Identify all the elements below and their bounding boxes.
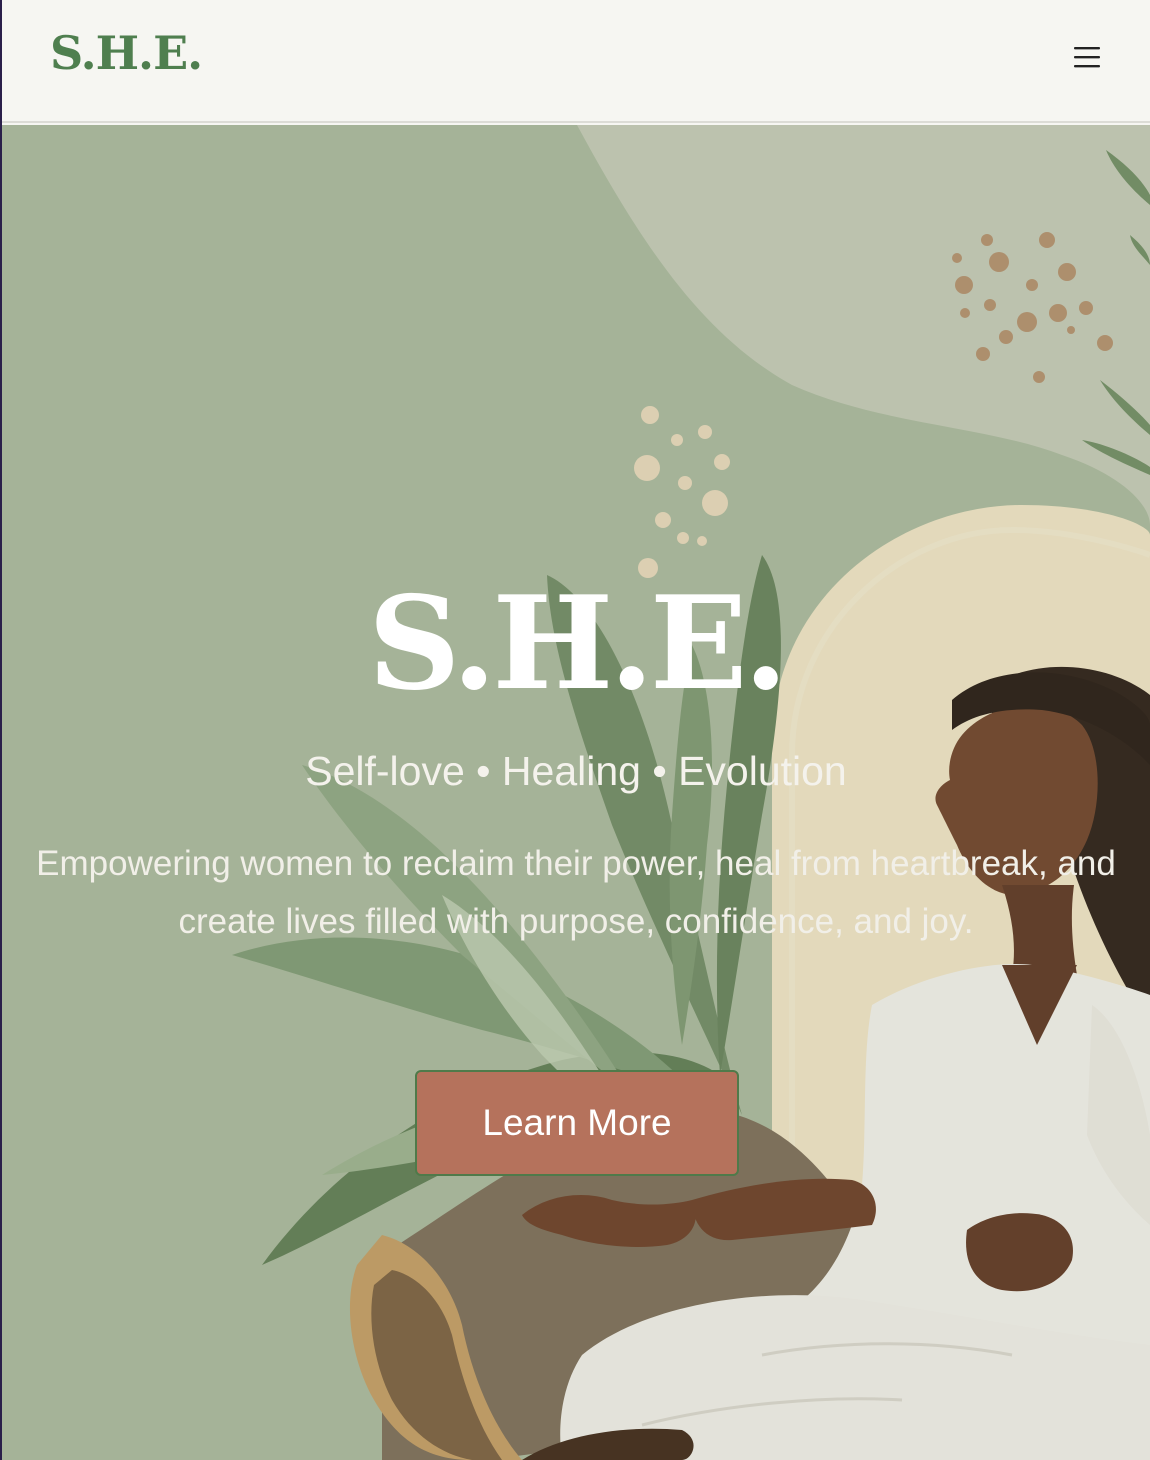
menu-button[interactable]	[1070, 40, 1104, 74]
hero-title: S.H.E.	[367, 569, 788, 719]
page: S.H.E. S.H.E. Self-love • Healing • Evol…	[0, 0, 1150, 1460]
site-header: S.H.E.	[2, 0, 1150, 123]
hamburger-menu-icon	[1074, 47, 1100, 68]
hero-tagline: Self-love • Healing • Evolution	[305, 748, 847, 794]
logo[interactable]: S.H.E.	[50, 30, 203, 76]
hero-content: S.H.E. Self-love • Healing • Evolution E…	[2, 125, 1150, 1460]
learn-more-button[interactable]: Learn More	[415, 1070, 739, 1176]
hero-description: Empowering women to reclaim their power,…	[36, 844, 1116, 941]
hero-section: S.H.E. Self-love • Healing • Evolution E…	[2, 125, 1150, 1460]
